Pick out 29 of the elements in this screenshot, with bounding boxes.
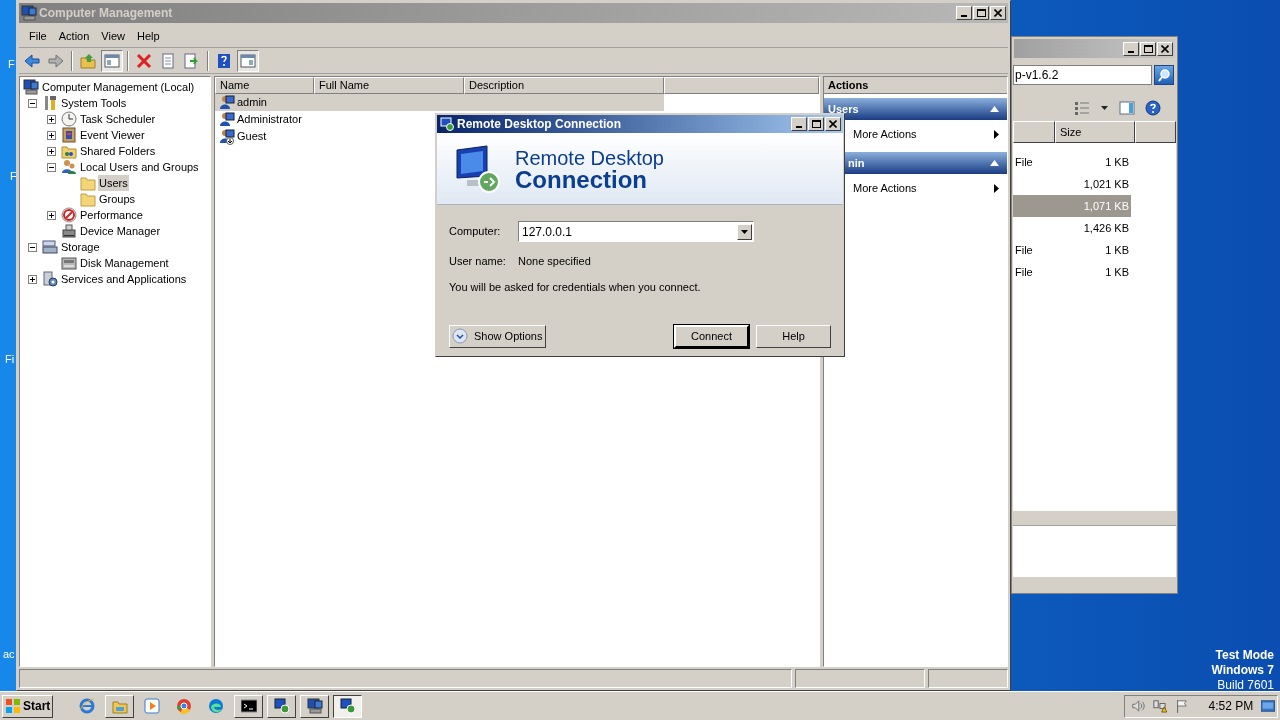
os-notice-text: Build 7601 <box>1217 678 1274 693</box>
window-title: Remote Desktop Connection <box>457 116 622 133</box>
file-size: 1 KB <box>1105 264 1129 280</box>
combo-value: 127.0.0.1 <box>522 223 573 241</box>
file-size: 1 KB <box>1105 154 1129 170</box>
os-notice-text: Windows 7 <box>1211 663 1274 678</box>
dialog-heading: Remote Desktop <box>515 146 664 169</box>
file-type: File <box>1015 154 1033 170</box>
window-title: Computer Management <box>39 5 174 22</box>
file-type: File <box>1015 264 1033 280</box>
file-size: 1,021 KB <box>1083 176 1129 192</box>
file-type: File <box>1015 242 1033 258</box>
user-name: Administrator <box>237 112 302 128</box>
dialog-heading: Connection <box>515 168 647 191</box>
user-name: Guest <box>237 129 267 145</box>
section-title: nin <box>847 155 865 171</box>
os-notice-text: Test Mode <box>1215 648 1274 663</box>
file-size: 1,071 KB <box>1083 198 1129 214</box>
file-size: 1,426 KB <box>1083 220 1129 236</box>
file-size: 1 KB <box>1105 242 1129 258</box>
action-label: More Actions <box>853 180 917 196</box>
actions-header: Actions <box>824 77 1007 94</box>
info-text: You will be asked for credentials when you connect. <box>449 280 702 295</box>
user-name: admin <box>237 95 267 111</box>
section-title: Users <box>828 101 859 117</box>
action-label: More Actions <box>853 126 917 142</box>
field-label: Computer: <box>449 224 502 240</box>
field-value: None specified <box>518 253 591 269</box>
field-label: User name: <box>449 253 507 269</box>
